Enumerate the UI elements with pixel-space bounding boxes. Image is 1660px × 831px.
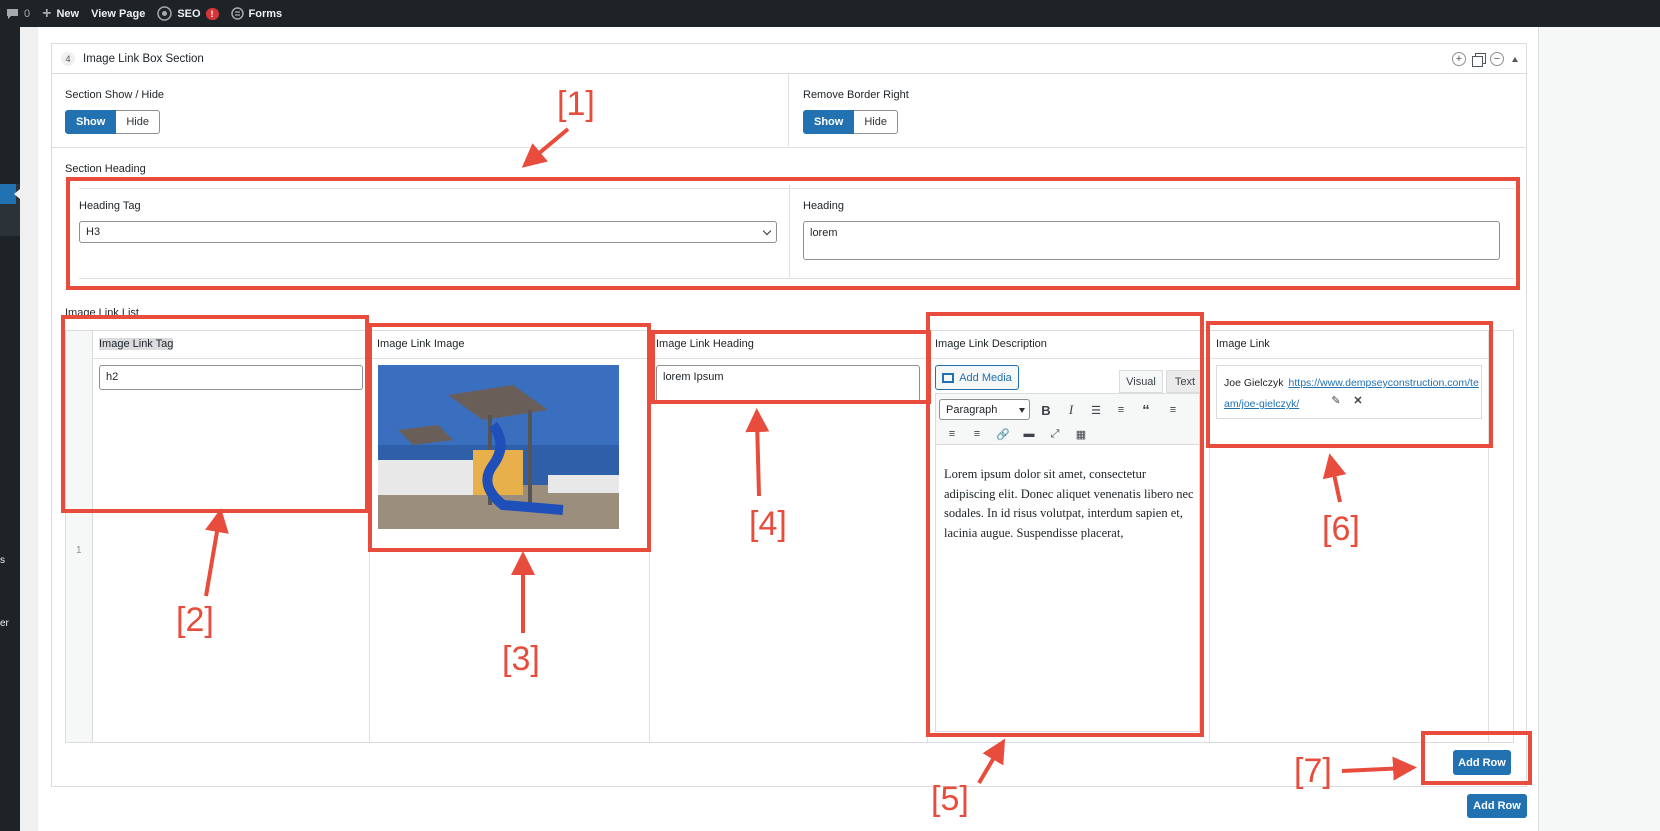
annotation-label: [3] (502, 640, 540, 678)
annotation-label: [1] (557, 85, 595, 123)
annotation-label: [7] (1294, 752, 1332, 790)
annotation-label: [4] (749, 505, 787, 543)
annotation-label: [2] (176, 601, 214, 639)
annotation-arrows (204, 127, 1417, 785)
annotation-label: [5] (931, 780, 969, 818)
annotation-label: [6] (1322, 510, 1360, 548)
